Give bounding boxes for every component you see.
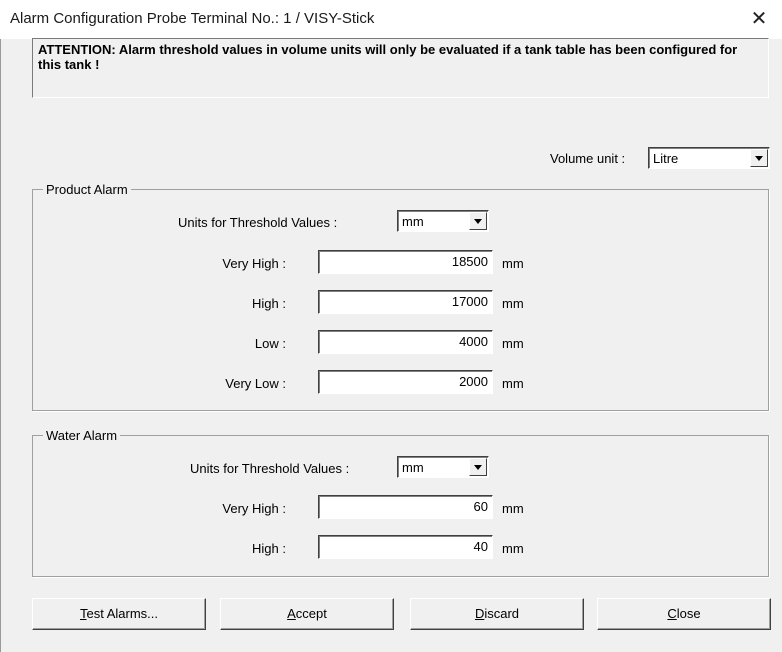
product-high-input[interactable]: 17000 (318, 290, 493, 314)
chevron-down-icon[interactable] (469, 458, 487, 476)
product-units-label: Units for Threshold Values : (178, 215, 338, 230)
product-alarm-legend: Product Alarm (46, 182, 128, 197)
product-high-label: High : (252, 296, 286, 311)
water-units-select[interactable]: mm (397, 456, 489, 478)
volume-unit-label: Volume unit : (550, 151, 626, 166)
water-high-label: High : (252, 541, 286, 556)
product-very-high-input[interactable]: 18500 (318, 250, 493, 274)
title-bar: Alarm Configuration Probe Terminal No.: … (0, 0, 782, 39)
product-very-low-label: Very Low : (225, 376, 286, 391)
volume-unit-select[interactable]: Litre (648, 147, 770, 169)
volume-unit-value: Litre (653, 151, 679, 166)
water-high-input[interactable]: 40 (318, 535, 493, 559)
discard-button[interactable]: Discard (410, 598, 584, 630)
product-units-value: mm (402, 214, 424, 229)
accept-button[interactable]: Accept (220, 598, 394, 630)
window-title: Alarm Configuration Probe Terminal No.: … (10, 10, 375, 27)
water-units-value: mm (402, 460, 424, 475)
chevron-down-icon[interactable] (750, 149, 768, 167)
water-very-high-unit: mm (502, 501, 524, 516)
close-button[interactable]: Close (597, 598, 771, 630)
product-very-low-unit: mm (502, 376, 524, 391)
water-high-unit: mm (502, 541, 524, 556)
product-very-high-unit: mm (502, 256, 524, 271)
water-units-label: Units for Threshold Values : (190, 461, 350, 476)
test-alarms-button[interactable]: Test Alarms... (32, 598, 206, 630)
product-high-unit: mm (502, 296, 524, 311)
product-low-input[interactable]: 4000 (318, 330, 493, 354)
close-icon[interactable]: ✕ (736, 0, 782, 39)
water-alarm-legend: Water Alarm (46, 428, 118, 443)
product-very-high-label: Very High : (222, 256, 286, 271)
water-very-high-label: Very High : (222, 501, 286, 516)
water-very-high-input[interactable]: 60 (318, 495, 493, 519)
product-units-select[interactable]: mm (397, 210, 489, 232)
product-low-unit: mm (502, 336, 524, 351)
product-very-low-input[interactable]: 2000 (318, 370, 493, 394)
chevron-down-icon[interactable] (469, 212, 487, 230)
product-low-label: Low : (254, 336, 286, 351)
attention-message: ATTENTION: Alarm threshold values in vol… (32, 38, 769, 98)
